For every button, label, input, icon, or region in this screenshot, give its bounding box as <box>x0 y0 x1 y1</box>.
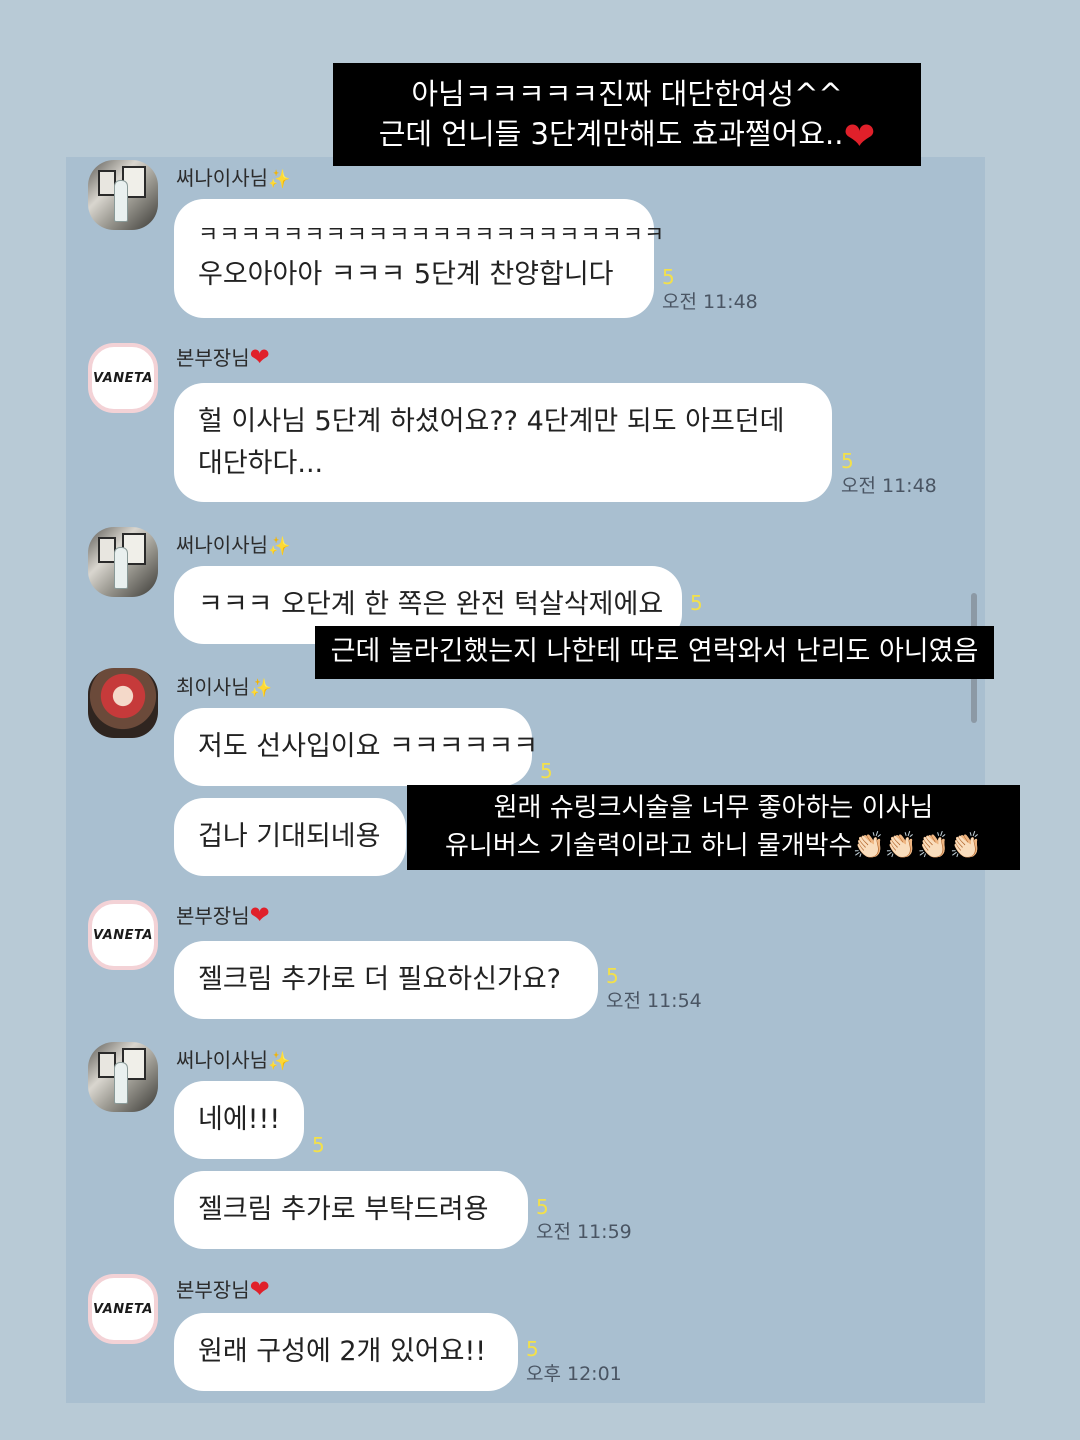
sender-name: 본부장님❤ <box>176 343 270 371</box>
avatar-photo-person <box>114 180 128 222</box>
message-bubble[interactable]: 저도 선사입이요 ㅋㅋㅋㅋㅋㅋ <box>174 708 539 786</box>
message-text: ㅋㅋㅋㅋㅋㅋㅋㅋㅋㅋㅋㅋㅋㅋㅋㅋㅋㅋㅋㅋㅋㅋ <box>198 223 666 248</box>
sender-name: 써나이사님✨ <box>176 533 291 557</box>
caption-line: 유니버스 기술력이라고 하니 물개박수👏🏻👏🏻👏🏻👏🏻 <box>444 831 982 861</box>
avatar-photo-person <box>114 547 128 589</box>
caption-line: 아님ㅋㅋㅋㅋㅋ진짜 대단한여성^^ <box>411 77 843 111</box>
avatar[interactable] <box>88 527 158 597</box>
avatar[interactable]: VANETA <box>88 1274 158 1344</box>
message-meta: 5 오전 11:59 <box>536 1196 632 1246</box>
avatar[interactable]: VANETA <box>88 343 158 413</box>
message-meta: 5 오전 11:48 <box>662 266 758 316</box>
message-bubble[interactable]: 겁나 기대되네용 <box>174 798 406 876</box>
message-time: 오전 11:48 <box>841 475 937 497</box>
caption-line: 근데 놀라긴했는지 나한테 따로 연락와서 난리도 아니였음 <box>330 636 979 667</box>
message-text: 젤크림 추가로 더 필요하신가요? <box>198 964 561 995</box>
message-time: 오후 12:01 <box>526 1363 622 1385</box>
message-text: 젤크림 추가로 부탁드려용 <box>198 1194 489 1225</box>
unread-count: 5 <box>690 591 703 615</box>
vaneta-logo: VANETA <box>93 370 153 386</box>
unread-count: 5 <box>841 449 854 473</box>
heart-icon: ❤ <box>249 343 270 371</box>
message-text: 대단하다... <box>198 448 324 479</box>
message-bubble[interactable]: 젤크림 추가로 부탁드려용 <box>174 1171 528 1249</box>
caption-top: 아님ㅋㅋㅋㅋㅋ진짜 대단한여성^^ 근데 언니들 3단계만해도 효과쩔어요..❤ <box>333 63 921 166</box>
message-text: ㅋㅋㅋ 오단계 한 쪽은 완전 턱살삭제에요 <box>198 589 664 620</box>
sparkle-icon: ✨ <box>268 169 291 190</box>
message-time: 오전 11:59 <box>536 1221 632 1243</box>
sender-name: 본부장님❤ <box>176 901 270 929</box>
sender-name: 써나이사님✨ <box>176 1048 291 1072</box>
message-text: 헐 이사님 5단계 하셨어요?? 4단계만 되도 아프던데 <box>198 406 785 437</box>
message-text: 저도 선사입이요 ㅋㅋㅋㅋㅋㅋ <box>198 731 539 762</box>
message-text: 원래 구성에 2개 있어요!! <box>198 1336 487 1367</box>
heart-icon: ❤ <box>249 901 270 929</box>
message-text: 겁나 기대되네용 <box>198 821 381 852</box>
message-meta: 5 <box>690 592 703 614</box>
sender-name: 본부장님❤ <box>176 1275 270 1303</box>
avatar[interactable] <box>88 160 158 230</box>
unread-count: 5 <box>662 265 675 289</box>
heart-icon: ❤ <box>843 114 876 158</box>
message-meta: 5 <box>312 1134 325 1156</box>
message-text: 네에!!! <box>198 1104 281 1135</box>
message-meta: 5 오전 11:48 <box>841 450 937 500</box>
heart-icon: ❤ <box>249 1275 270 1303</box>
avatar[interactable] <box>88 1042 158 1112</box>
unread-count: 5 <box>312 1133 325 1157</box>
message-text: 우오아아아 ㅋㅋㅋ 5단계 찬양합니다 <box>198 259 614 290</box>
message-bubble[interactable]: 원래 구성에 2개 있어요!! <box>174 1313 518 1391</box>
message-bubble[interactable]: ㅋㅋㅋㅋㅋㅋㅋㅋㅋㅋㅋㅋㅋㅋㅋㅋㅋㅋㅋㅋㅋㅋ 우오아아아 ㅋㅋㅋ 5단계 찬양합… <box>174 199 666 318</box>
sender-name: 최이사님✨ <box>176 675 273 699</box>
message-time: 오전 11:54 <box>606 990 702 1012</box>
vaneta-logo: VANETA <box>93 1301 153 1317</box>
caption-line: 근데 언니들 3단계만해도 효과쩔어요.. <box>378 117 844 151</box>
message-meta: 5 오전 11:54 <box>606 965 702 1015</box>
vaneta-logo: VANETA <box>93 927 153 943</box>
caption-lower: 원래 슈링크시술을 너무 좋아하는 이사님 유니버스 기술력이라고 하니 물개박… <box>407 785 1020 870</box>
avatar[interactable] <box>88 668 158 738</box>
unread-count: 5 <box>536 1195 549 1219</box>
sparkle-icon: ✨ <box>268 1051 291 1072</box>
message-bubble[interactable]: 네에!!! <box>174 1081 304 1159</box>
sender-name: 써나이사님✨ <box>176 166 291 190</box>
avatar-photo-person <box>114 1062 128 1104</box>
caption-middle: 근데 놀라긴했는지 나한테 따로 연락와서 난리도 아니였음 <box>315 626 994 679</box>
sparkle-icon: ✨ <box>249 678 273 699</box>
unread-count: 5 <box>526 1337 539 1361</box>
message-time: 오전 11:48 <box>662 291 758 313</box>
message-meta: 5 <box>540 760 553 782</box>
caption-line: 원래 슈링크시술을 너무 좋아하는 이사님 <box>493 793 934 823</box>
sparkle-icon: ✨ <box>268 536 291 557</box>
message-bubble[interactable]: 헐 이사님 5단계 하셨어요?? 4단계만 되도 아프던데 대단하다... <box>174 383 832 502</box>
unread-count: 5 <box>540 759 553 783</box>
unread-count: 5 <box>606 964 619 988</box>
message-bubble[interactable]: 젤크림 추가로 더 필요하신가요? <box>174 941 598 1019</box>
message-meta: 5 오후 12:01 <box>526 1338 622 1388</box>
avatar[interactable]: VANETA <box>88 900 158 970</box>
